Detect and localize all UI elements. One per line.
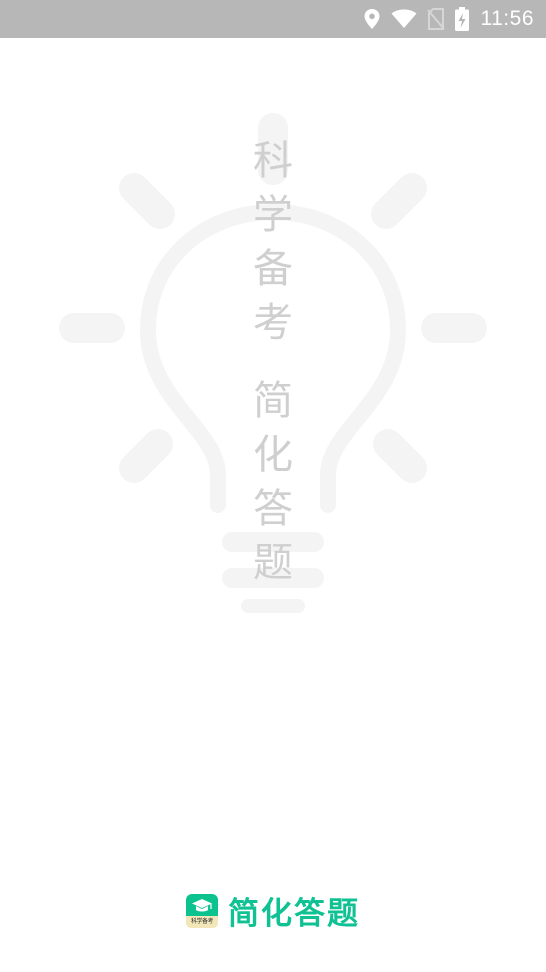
slogan-char: 科 (253, 138, 293, 184)
slogan-bottom: 简 化 答 题 (245, 374, 301, 590)
slogan-char: 学 (253, 192, 293, 238)
brand-footer: 科学备考 简化答题 (0, 888, 546, 933)
wifi-icon (391, 9, 417, 29)
slogan-char: 考 (253, 300, 293, 346)
slogan-char: 备 (253, 246, 293, 292)
status-icons: 11:56 (363, 0, 535, 38)
slogan-char: 简 (253, 378, 293, 424)
status-bar: 11:56 (0, 0, 546, 38)
app-logo-label: 科学备考 (186, 915, 218, 928)
status-time: 11:56 (480, 7, 534, 30)
app-logo-icon: 科学备考 (186, 893, 218, 928)
slogan-char: 答 (253, 486, 293, 532)
slogan-char: 题 (253, 540, 293, 586)
app-logo-text: 科学备考 (190, 917, 214, 925)
slogan-char: 化 (253, 432, 293, 478)
slogan-top: 科 学 备 考 (245, 134, 301, 350)
location-icon (363, 8, 381, 30)
app-name: 简化答题 (228, 896, 360, 932)
splash-screen: 11:56 科 学 备 考 简 化 答 题 科学备考 简化答题 (0, 0, 546, 972)
graduation-cap-icon (186, 893, 218, 918)
no-sim-icon (426, 8, 445, 30)
battery-charging-icon (454, 7, 469, 31)
